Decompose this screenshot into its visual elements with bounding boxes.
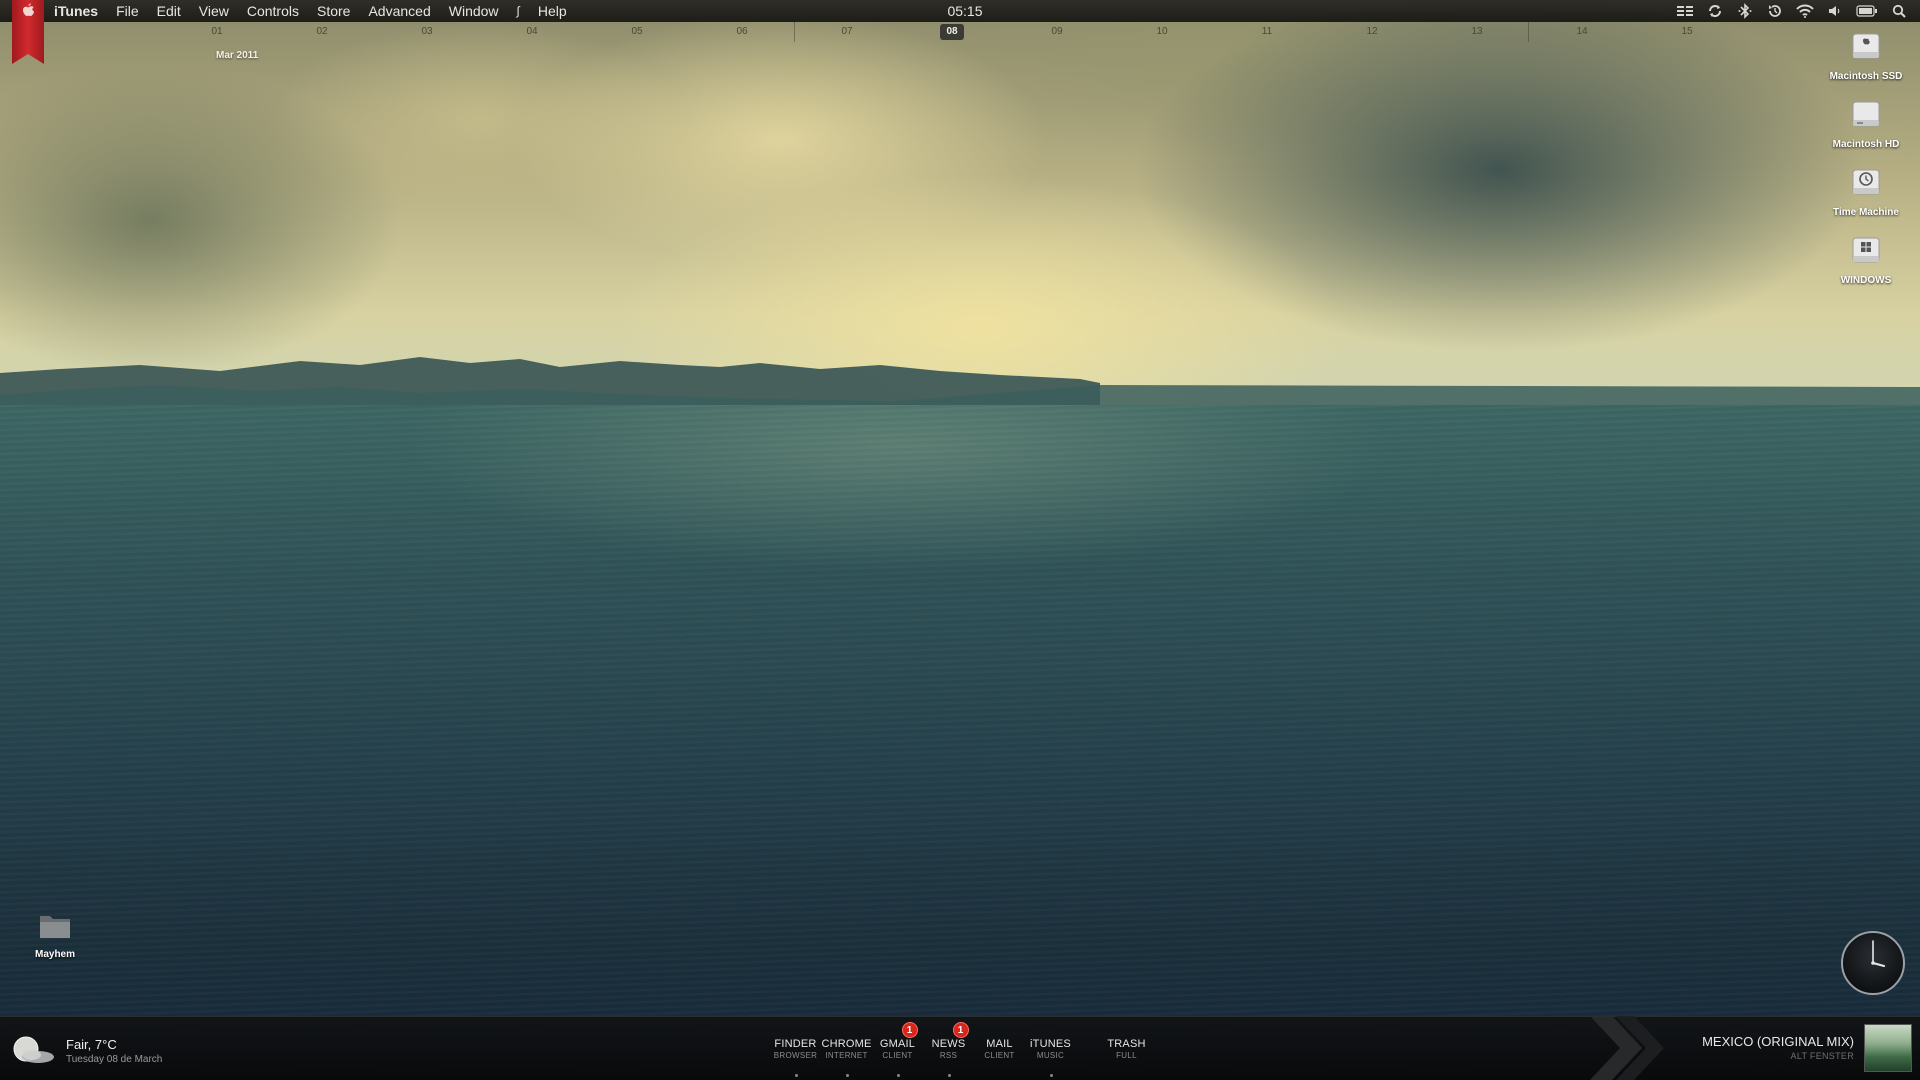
status-icons [1676,0,1908,22]
dock-item-mail[interactable]: MAIL CLIENT [974,1022,1025,1078]
chevron-divider-icon [1590,1016,1664,1080]
running-indicator [845,1074,849,1077]
calendar-day-today[interactable]: 08 [940,24,964,40]
week-separator [794,22,795,42]
dock-item-subtitle: CLIENT [882,1051,913,1060]
notification-badge: 1 [901,1022,918,1038]
folder-mayhem[interactable]: Mayhem [20,912,90,960]
drive-time-machine[interactable]: Time Machine [1811,164,1920,218]
dock-item-subtitle: INTERNET [825,1051,868,1060]
menu-view[interactable]: View [190,0,238,22]
menu-help[interactable]: Help [529,0,576,22]
drive-macintosh-ssd[interactable]: Macintosh SSD [1811,28,1920,82]
dock-item-title: FINDER [774,1038,817,1050]
dock-item-title: GMAIL [879,1038,916,1050]
weather-widget[interactable]: Fair, 7°C Tuesday 08 de March [8,1033,162,1069]
menu-advanced[interactable]: Advanced [359,0,439,22]
desktop-wallpaper [0,0,1920,1080]
calendar-day[interactable]: 12 [1357,26,1387,37]
menu-store[interactable]: Store [308,0,359,22]
calendar-day[interactable]: 05 [622,26,652,37]
dock-item-finder[interactable]: FINDER BROWSER [770,1022,821,1078]
dock-item-title: CHROME [821,1038,872,1050]
volume-icon[interactable] [1826,2,1844,20]
calendar-day[interactable]: 04 [517,26,547,37]
dock-item-title: NEWS [931,1038,966,1050]
wallpaper-sea [0,405,1920,1080]
analog-clock-widget [1841,931,1905,995]
drive-label: WINDOWS [1840,275,1892,286]
running-indicator [1049,1074,1053,1077]
dock-item-news[interactable]: 1 NEWS RSS [923,1022,974,1078]
menu-file[interactable]: File [107,0,148,22]
time-machine-icon[interactable] [1766,2,1784,20]
calendar-month-label: Mar 2011 [216,50,259,61]
now-playing-widget[interactable]: MEXICO (ORIGINAL MIX) ALT FENSTER [1702,1034,1854,1061]
folder-icon [40,916,70,938]
dock-item-title: iTUNES [1030,1038,1071,1050]
calendar-day[interactable]: 07 [832,26,862,37]
running-indicator [896,1074,900,1077]
running-indicator [947,1074,951,1077]
dock-item-chrome[interactable]: CHROME INTERNET [821,1022,872,1078]
running-indicator [794,1074,798,1077]
dock-item-trash[interactable]: TRASH FULL [1101,1022,1152,1078]
hard-drive-icon [1852,33,1880,59]
dock-item-subtitle: BROWSER [773,1051,818,1060]
calendar-day[interactable]: 03 [412,26,442,37]
bluetooth-icon[interactable] [1736,2,1754,20]
dock: FINDER BROWSER CHROME INTERNET 1 GMAIL C… [770,1022,1152,1078]
dock-item-subtitle: RSS [939,1051,958,1060]
weather-text: Fair, 7°C Tuesday 08 de March [66,1037,162,1065]
dock-item-title: TRASH [1107,1038,1146,1050]
menu-bar: iTunes File Edit View Controls Store Adv… [0,0,1920,22]
drive-windows[interactable]: WINDOWS [1811,232,1920,286]
wifi-icon[interactable] [1796,2,1814,20]
menu-edit[interactable]: Edit [148,0,190,22]
menu-window[interactable]: Window [440,0,508,22]
calendar-day[interactable]: 01 [202,26,232,37]
sync-icon[interactable] [1706,2,1724,20]
menu-items: iTunes File Edit View Controls Store Adv… [54,0,576,22]
calendar-ruler: 01 02 03 04 05 06 07 08 09 10 11 12 13 1… [0,22,1920,62]
calendar-day[interactable]: 02 [307,26,337,37]
dock-item-subtitle: FULL [1116,1051,1137,1060]
hard-drive-icon [1852,101,1880,127]
menu-app-name[interactable]: iTunes [54,0,107,22]
folder-label: Mayhem [34,949,75,960]
dock-item-subtitle: MUSIC [1036,1051,1065,1060]
notification-badge: 1 [952,1022,969,1038]
calendar-day[interactable]: 13 [1462,26,1492,37]
week-separator [1528,22,1529,42]
time-machine-icon [1852,169,1880,195]
battery-icon[interactable] [1856,2,1878,20]
dock-item-title: MAIL [986,1038,1013,1050]
now-playing-artist: ALT FENSTER [1790,1051,1854,1061]
calendar-day[interactable]: 10 [1147,26,1177,37]
script-menu-icon[interactable]: ∫ [508,0,529,22]
windows-drive-icon [1852,237,1880,263]
calendar-day[interactable]: 14 [1567,26,1597,37]
dock-item-gmail[interactable]: 1 GMAIL CLIENT [872,1022,923,1078]
dock-item-subtitle: CLIENT [984,1051,1015,1060]
spotlight-icon[interactable] [1890,2,1908,20]
dock-item-itunes[interactable]: iTUNES MUSIC [1025,1022,1076,1078]
calendar-day[interactable]: 15 [1672,26,1702,37]
album-art[interactable] [1864,1024,1912,1072]
drive-label: Time Machine [1833,207,1899,218]
calendar-day[interactable]: 09 [1042,26,1072,37]
calendar-day[interactable]: 11 [1252,26,1282,37]
weather-date: Tuesday 08 de March [66,1054,163,1065]
weather-condition: Fair, 7°C [66,1037,117,1052]
drive-label: Macintosh SSD [1829,71,1903,82]
now-playing-title: MEXICO (ORIGINAL MIX) [1702,1034,1854,1049]
list-icon[interactable] [1676,2,1694,20]
menubar-clock[interactable]: 05:15 [935,0,995,22]
drive-label: Macintosh HD [1832,139,1900,150]
calendar-day[interactable]: 06 [727,26,757,37]
moon-cloud-icon [13,1036,54,1063]
drive-macintosh-hd[interactable]: Macintosh HD [1811,96,1920,150]
menu-controls[interactable]: Controls [238,0,308,22]
